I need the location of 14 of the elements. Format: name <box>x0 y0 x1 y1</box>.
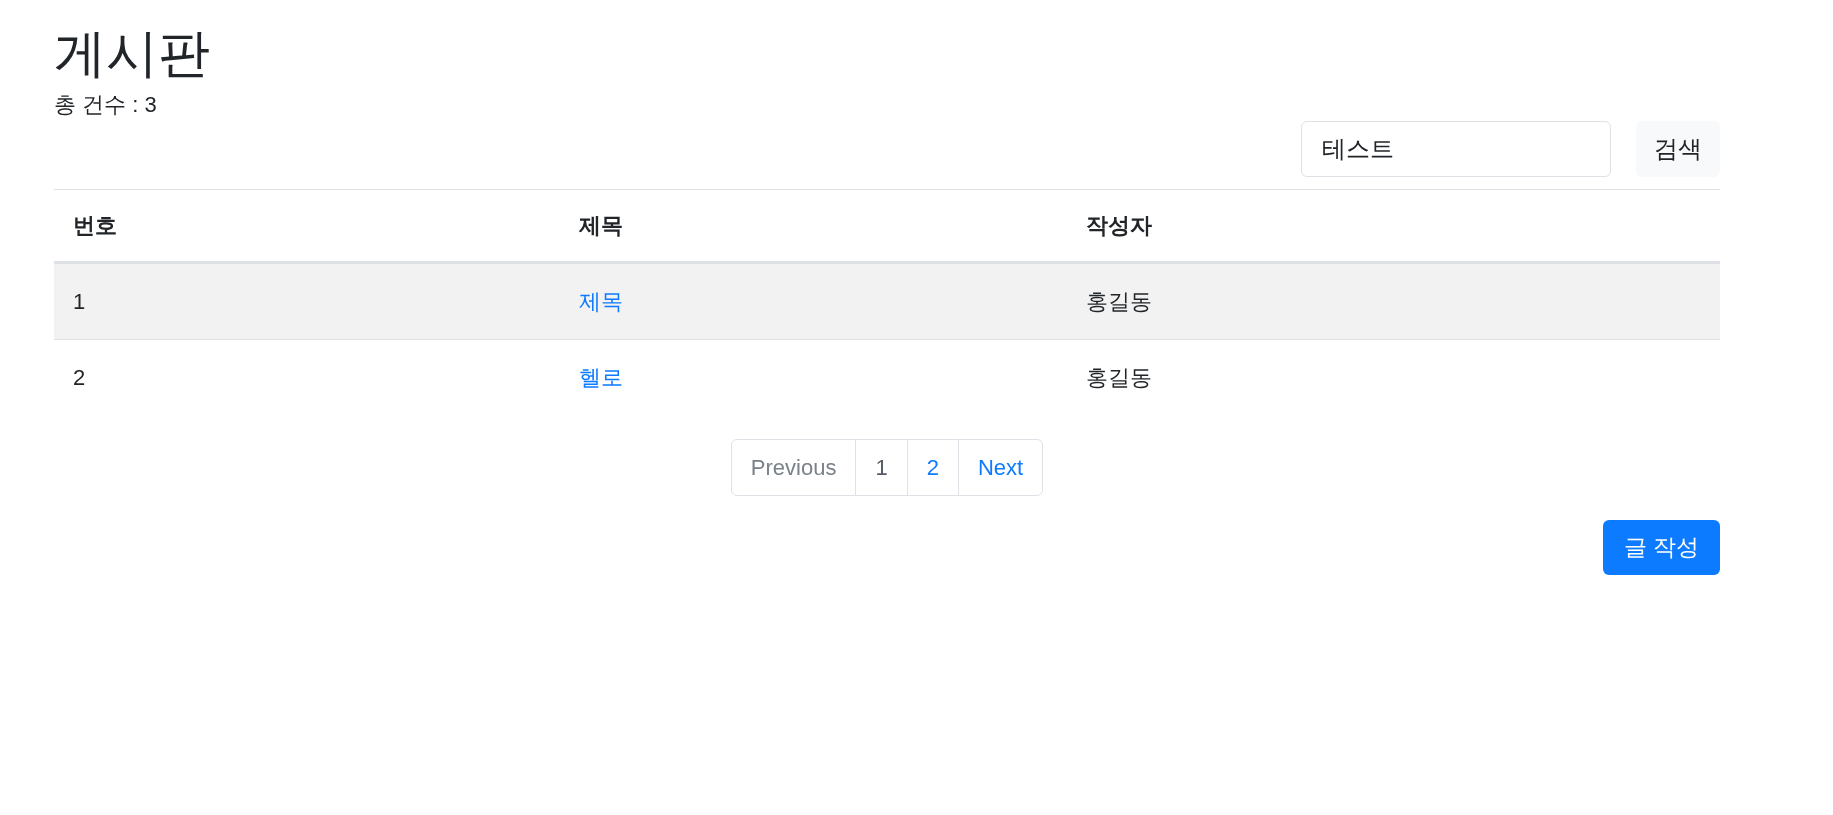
pagination-link[interactable]: 1 <box>855 439 908 497</box>
pagination-link[interactable]: 2 <box>906 439 959 497</box>
post-title-link[interactable]: 헬로 <box>579 365 624 391</box>
page-title: 게시판 <box>54 23 211 84</box>
table-cell: 홍길동 <box>1066 262 1720 340</box>
total-count: 총 건수 : 3 <box>54 91 158 120</box>
table-cell: 1 <box>54 262 561 340</box>
pagination-link[interactable]: Next <box>957 439 1044 497</box>
table-cell: 2 <box>54 339 561 416</box>
write-post-button[interactable]: 글 작성 <box>1602 520 1720 575</box>
table-cell: 홍길동 <box>1066 339 1720 416</box>
post-title-link[interactable]: 제목 <box>579 289 624 315</box>
search-button[interactable]: 검색 <box>1636 121 1720 178</box>
search-field[interactable]: 테스트 <box>1301 121 1611 178</box>
